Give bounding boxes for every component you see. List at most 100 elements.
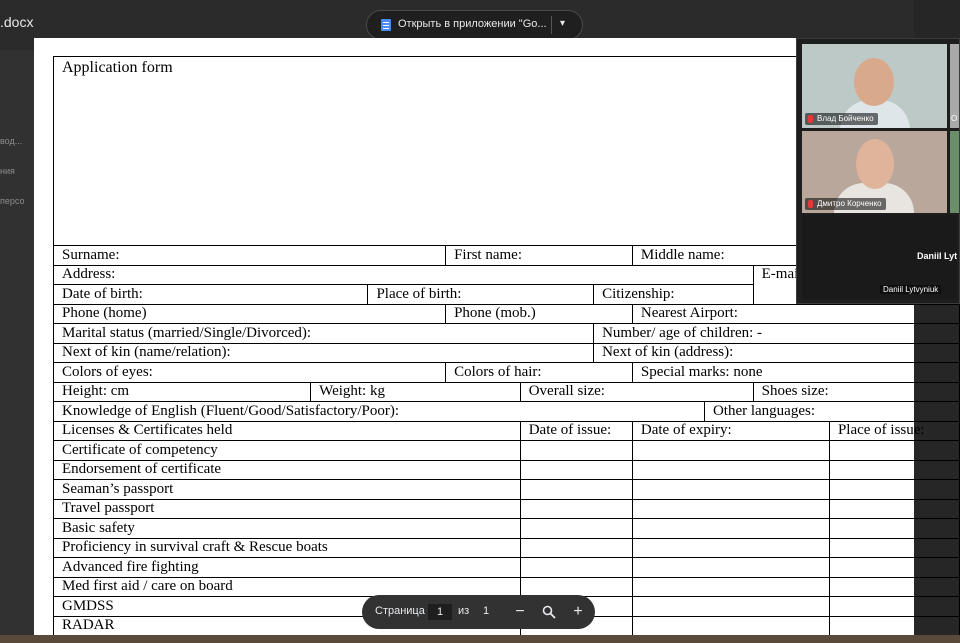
cert-header-name: Licenses & Certificates held bbox=[53, 420, 521, 441]
form-title: Application form bbox=[53, 56, 830, 246]
table-row: Certificate of competency bbox=[53, 440, 960, 461]
cell bbox=[828, 615, 960, 636]
google-docs-icon bbox=[381, 19, 391, 31]
height-field: Height: cm bbox=[52, 381, 312, 402]
cell bbox=[631, 479, 830, 500]
table-row: Med first aid / care on board bbox=[53, 576, 960, 597]
cell bbox=[519, 537, 633, 558]
total-pages: 1 bbox=[483, 605, 490, 617]
open-in-app-button[interactable]: Открыть в приложении "Go... ▾ bbox=[366, 10, 583, 40]
cell bbox=[519, 557, 633, 578]
next-of-kin-name-field: Next of kin (name/relation): bbox=[52, 342, 595, 363]
page-label: Страница bbox=[375, 605, 425, 617]
hair-color-field: Colors of hair: bbox=[445, 362, 633, 383]
participant-display-name: Daniil Lytv bbox=[917, 251, 957, 261]
certificate-name: Seaman’s passport bbox=[53, 479, 521, 500]
marital-status-field: Marital status (married/Single/Divorced)… bbox=[52, 323, 595, 344]
side-panel-fragment: вод... bbox=[0, 136, 23, 146]
cell bbox=[631, 440, 830, 461]
cell bbox=[631, 557, 830, 578]
cell bbox=[519, 518, 633, 539]
cell bbox=[828, 537, 960, 558]
document-filename: .docx bbox=[0, 14, 34, 30]
cell bbox=[519, 459, 633, 480]
table-row: Endorsement of certificate bbox=[53, 459, 960, 480]
mic-muted-icon bbox=[808, 200, 813, 208]
cell bbox=[519, 479, 633, 500]
zoom-icon[interactable] bbox=[537, 600, 561, 624]
cell bbox=[828, 459, 960, 480]
certificate-name: Travel passport bbox=[53, 498, 521, 519]
nearest-airport-field: Nearest Airport: bbox=[631, 303, 960, 324]
of-label: из bbox=[458, 605, 470, 617]
participant-name-tag: Дмитро Корченко bbox=[805, 198, 886, 210]
cell bbox=[519, 576, 633, 597]
certificate-name: Certificate of competency bbox=[53, 440, 521, 461]
certificate-name: Basic safety bbox=[53, 518, 521, 539]
table-row: Basic safety bbox=[53, 518, 960, 539]
participant-face bbox=[856, 139, 894, 189]
participant-tile-edge: O bbox=[950, 44, 959, 128]
zoom-out-button[interactable]: − bbox=[508, 600, 532, 624]
place-of-birth-field: Place of birth: bbox=[367, 284, 595, 305]
participant-name-tag: Влад Бойченко bbox=[805, 113, 878, 125]
overall-size-field: Overall size: bbox=[519, 381, 754, 402]
children-field: Number/ age of children: - bbox=[593, 323, 960, 344]
cell bbox=[631, 498, 830, 519]
participant-tile-edge bbox=[950, 131, 959, 213]
participant-tile[interactable]: Дмитро Корченко bbox=[802, 131, 947, 213]
cell bbox=[519, 440, 633, 461]
phone-home-field: Phone (home) bbox=[52, 303, 447, 324]
certificate-name: Endorsement of certificate bbox=[53, 459, 521, 480]
eye-color-field: Colors of eyes: bbox=[52, 362, 447, 383]
other-languages-field: Other languages: bbox=[703, 401, 960, 422]
cert-header-issue: Date of issue: bbox=[519, 420, 633, 441]
cert-header-expiry: Date of expiry: bbox=[631, 420, 830, 441]
current-page-input[interactable]: 1 bbox=[428, 604, 452, 620]
zoom-in-button[interactable]: + bbox=[566, 600, 590, 624]
weight-field: Weight: kg bbox=[310, 381, 521, 402]
cell bbox=[828, 557, 960, 578]
table-row: Advanced fire fighting bbox=[53, 557, 960, 578]
date-of-birth-field: Date of birth: bbox=[52, 284, 369, 305]
citizenship-field: Citizenship: bbox=[593, 284, 754, 305]
side-panel-fragment: ния bbox=[0, 166, 15, 176]
participant-name: Влад Бойченко bbox=[817, 114, 874, 123]
mic-muted-icon bbox=[808, 115, 813, 123]
cell bbox=[631, 518, 830, 539]
video-call-panel[interactable]: Влад Бойченко O Дмитро Корченко Daniil L… bbox=[796, 38, 960, 304]
left-side-panel: вод... ния персо bbox=[0, 50, 34, 643]
phone-mobile-field: Phone (mob.) bbox=[445, 303, 633, 324]
side-panel-fragment: персо bbox=[0, 196, 25, 206]
first-name-field: First name: bbox=[445, 245, 633, 266]
special-marks-field: Special marks: none bbox=[631, 362, 960, 383]
cell bbox=[631, 537, 830, 558]
cell bbox=[828, 518, 960, 539]
participant-name-tag: Daniil Lytvyniuk bbox=[880, 285, 942, 294]
cert-header-place: Place of issue: bbox=[828, 420, 960, 441]
certificate-name: Med first aid / care on board bbox=[53, 576, 521, 597]
button-divider bbox=[551, 16, 552, 34]
english-level-field: Knowledge of English (Fluent/Good/Satisf… bbox=[53, 401, 705, 422]
cell bbox=[828, 479, 960, 500]
chevron-down-icon[interactable]: ▾ bbox=[560, 18, 565, 29]
table-row: Seaman’s passport bbox=[53, 479, 960, 500]
certificate-name: Advanced fire fighting bbox=[53, 557, 521, 578]
cell bbox=[631, 615, 830, 636]
participant-name: Дмитро Корченко bbox=[817, 199, 882, 208]
taskbar-strip bbox=[0, 635, 960, 643]
cell bbox=[828, 576, 960, 597]
open-in-app-label: Открыть в приложении "Go... bbox=[398, 18, 547, 30]
table-row: Proficiency in survival craft & Rescue b… bbox=[53, 537, 960, 558]
cell bbox=[519, 498, 633, 519]
participant-tile[interactable]: Daniil Lytv Daniil Lytvyniuk bbox=[802, 215, 957, 299]
page-navigation-bar: Страница 1 из 1 − + bbox=[362, 595, 595, 629]
table-row: Travel passport bbox=[53, 498, 960, 519]
next-of-kin-address-field: Next of kin (address): bbox=[593, 342, 960, 363]
certificate-name: Proficiency in survival craft & Rescue b… bbox=[53, 537, 521, 558]
participant-name-fragment: O bbox=[951, 114, 958, 123]
address-field: Address: bbox=[53, 264, 754, 285]
participant-tile[interactable]: Влад Бойченко bbox=[802, 44, 947, 128]
cell bbox=[828, 596, 960, 617]
cell bbox=[631, 576, 830, 597]
